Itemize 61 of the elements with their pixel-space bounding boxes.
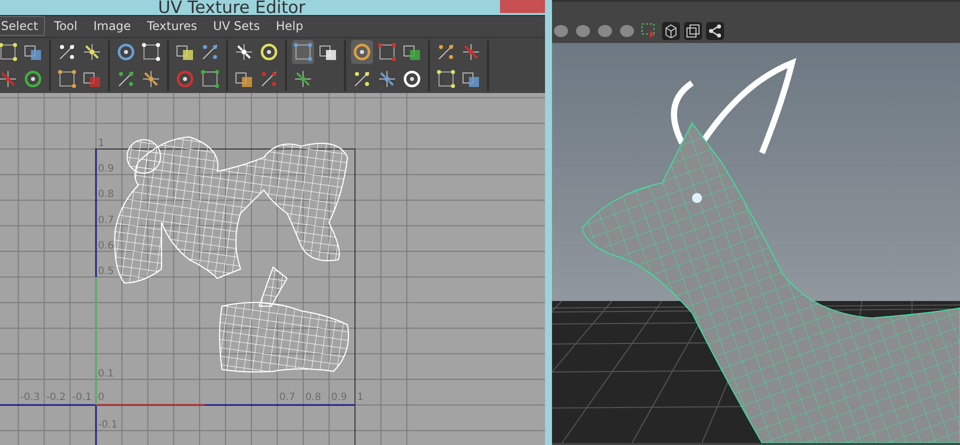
- axis-label: 0: [98, 392, 104, 403]
- select-button[interactable]: [640, 22, 658, 40]
- shading-button[interactable]: [618, 22, 636, 40]
- menu-item[interactable]: Select: [0, 16, 46, 36]
- tool-icon: [293, 42, 313, 62]
- tool-icon: [377, 42, 397, 62]
- axis-label: 0.7: [279, 392, 296, 403]
- cube-icon: [664, 24, 678, 38]
- cube-button[interactable]: [662, 22, 680, 40]
- toolbar-button[interactable]: [351, 40, 373, 64]
- tool-icon: [293, 69, 313, 90]
- axis-label: -0.1: [98, 420, 118, 431]
- tool-icon: [141, 69, 161, 90]
- tool-icon: [402, 69, 422, 90]
- sphere-icon: [598, 25, 612, 37]
- sphere-icon: [554, 25, 568, 37]
- axis-label: -0.2: [46, 392, 66, 403]
- tool-icon: [175, 69, 195, 90]
- axis-label: 0.8: [305, 392, 322, 403]
- axis-label: 1: [98, 138, 104, 149]
- axis-label: 0.7: [98, 214, 114, 226]
- axis-label: 0.5: [98, 266, 114, 277]
- axis-label: 0.8: [98, 189, 114, 200]
- toolbar-button[interactable]: [292, 40, 314, 64]
- tool-icon: [57, 69, 77, 90]
- axis-label: -0.3: [20, 392, 40, 403]
- share-nodes-icon: [708, 24, 722, 38]
- menu-item[interactable]: Textures: [140, 16, 204, 36]
- selection-box-icon: [641, 23, 657, 39]
- tool-icon: [23, 69, 43, 90]
- sphere-icon: [576, 25, 590, 37]
- axis-label: 0.9: [331, 392, 347, 403]
- tool-icon: [82, 42, 102, 62]
- tool-icon: [234, 42, 254, 62]
- sphere-icon: [620, 25, 634, 37]
- menu-item[interactable]: UV Sets: [206, 16, 267, 36]
- tool-icon: [259, 42, 279, 62]
- axis-label: 1: [357, 392, 364, 403]
- tool-icon: [116, 42, 136, 62]
- overlap-button[interactable]: [684, 22, 702, 40]
- tool-icon: [141, 42, 161, 62]
- axis-label: 0.6: [98, 240, 114, 252]
- shading-button[interactable]: [574, 22, 592, 40]
- squares-icon: [686, 24, 700, 38]
- menu-item[interactable]: Help: [268, 16, 310, 36]
- tool-icon: [0, 69, 18, 90]
- tool-icon: [200, 69, 220, 90]
- tool-icon: [0, 42, 18, 62]
- tool-icon: [377, 69, 397, 90]
- shading-button[interactable]: [552, 22, 570, 40]
- axis-label: 0.9: [98, 164, 114, 175]
- menu-item[interactable]: Image: [86, 16, 138, 36]
- axis-label: -0.1: [72, 392, 92, 403]
- share-button[interactable]: [706, 22, 724, 40]
- window-title: UV Texture Editor: [158, 0, 306, 15]
- menu-item[interactable]: Tool: [47, 16, 84, 36]
- tool-icon: [436, 69, 456, 90]
- shading-button[interactable]: [596, 22, 614, 40]
- tool-icon: [461, 42, 481, 62]
- axis-label: 0.1: [98, 368, 114, 380]
- tool-icon: [352, 42, 372, 62]
